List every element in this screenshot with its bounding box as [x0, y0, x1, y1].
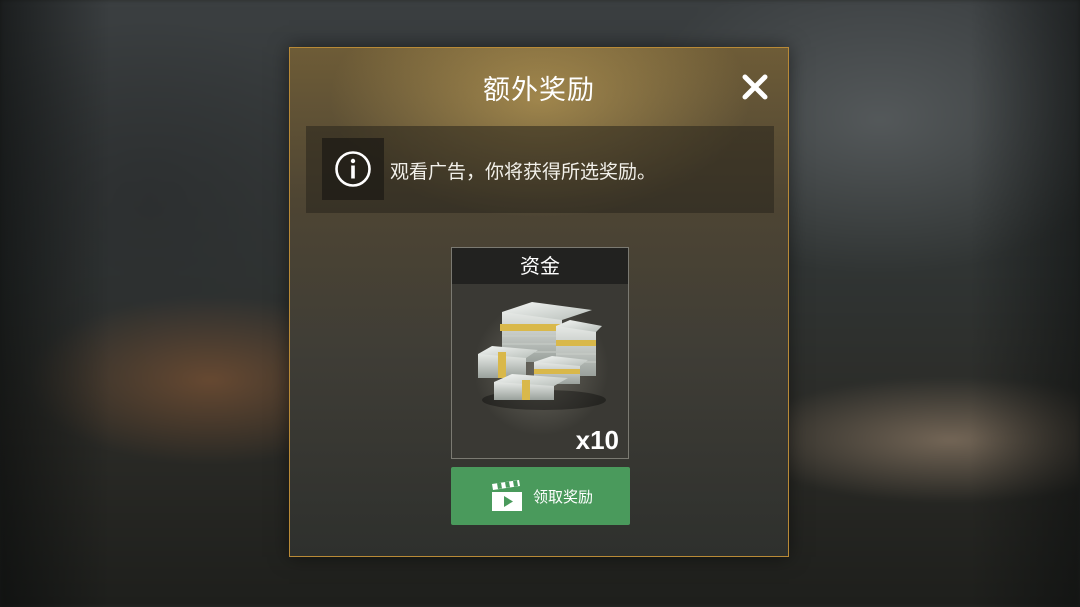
info-bar: 观看广告，你将获得所选奖励。	[306, 126, 774, 213]
info-icon-box	[322, 138, 384, 200]
reward-card[interactable]: 资金 x10	[451, 247, 629, 459]
info-icon	[335, 151, 371, 187]
info-text: 观看广告，你将获得所选奖励。	[390, 161, 657, 183]
reward-quantity: x10	[575, 425, 619, 455]
dialog-title: 额外奖励	[483, 75, 595, 106]
extra-reward-dialog: 额外奖励 观看广告，你将获得所选奖励。 资金 x10 领取奖励	[289, 47, 789, 557]
background-shade-left	[0, 0, 110, 607]
close-icon	[742, 74, 768, 100]
claim-reward-button[interactable]: 领取奖励	[451, 467, 630, 525]
reward-name: 资金	[452, 248, 628, 284]
cash-stacks-icon	[478, 302, 606, 410]
background-shade-right	[970, 0, 1080, 607]
claim-reward-label: 领取奖励	[533, 488, 594, 506]
close-button[interactable]	[738, 70, 772, 104]
clapperboard-icon	[492, 480, 522, 511]
